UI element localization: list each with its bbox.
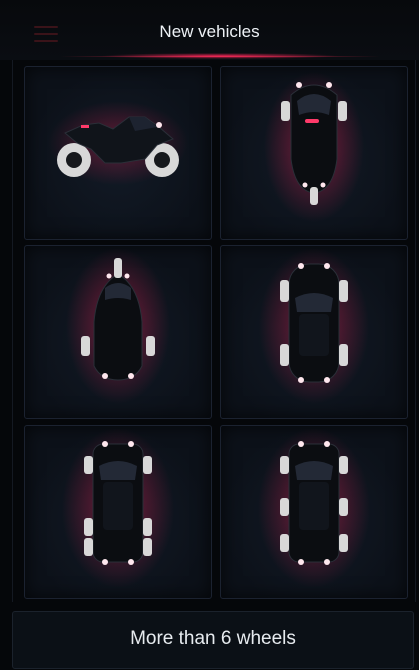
vehicle-option-three-wheeler[interactable] xyxy=(24,245,212,419)
six-wheel-vehicle-icon xyxy=(258,428,370,588)
more-than-6-wheels-button[interactable]: More than 6 wheels xyxy=(12,611,414,669)
three-wheeler-icon xyxy=(264,72,364,222)
motorcycle-icon xyxy=(48,101,188,185)
vehicle-option-motorcycle[interactable] xyxy=(24,66,212,240)
three-wheeler-icon xyxy=(66,248,170,404)
header-glow xyxy=(100,53,340,59)
vehicle-grid xyxy=(12,60,416,602)
page-title: New vehicles xyxy=(159,22,260,41)
vehicle-option-six-wheel-alt-vehicle[interactable] xyxy=(220,425,408,599)
more-than-6-wheels-label: More than 6 wheels xyxy=(130,628,296,649)
vehicle-option-six-wheel-vehicle[interactable] xyxy=(24,425,212,599)
app-header: New vehicles xyxy=(0,0,419,60)
car-icon xyxy=(259,248,369,404)
vehicle-option-four-wheel-car[interactable] xyxy=(220,245,408,419)
six-wheel-vehicle-icon xyxy=(62,428,174,588)
vehicle-option-three-wheeler-reverse[interactable] xyxy=(220,66,408,240)
